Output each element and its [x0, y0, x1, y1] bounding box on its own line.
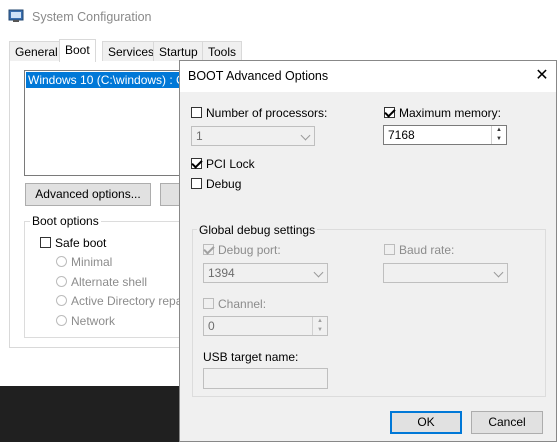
- debug-port-select[interactable]: 1394: [203, 263, 328, 283]
- network-label: Network: [71, 314, 116, 328]
- tab-boot[interactable]: Boot: [59, 39, 96, 62]
- usb-target-name-input[interactable]: [203, 368, 328, 389]
- chevron-down-icon: [493, 267, 504, 278]
- debug-port-checkbox[interactable]: [203, 244, 214, 255]
- maximum-memory-value: 7168: [388, 128, 415, 142]
- boot-entry-selected[interactable]: Windows 10 (C:\windows) : Current OS; De…: [26, 72, 188, 88]
- dialog-title: BOOT Advanced Options: [188, 69, 329, 83]
- chevron-down-icon[interactable]: ▼: [492, 135, 506, 144]
- global-debug-settings-label: Global debug settings: [197, 223, 318, 237]
- debug-port-value: 1394: [208, 266, 235, 280]
- cancel-button[interactable]: Cancel: [471, 411, 543, 434]
- active-directory-repair-radio[interactable]: [56, 295, 67, 306]
- number-of-processors-value: 1: [196, 129, 203, 143]
- chevron-down-icon: [300, 130, 311, 141]
- window-title: System Configuration: [32, 10, 152, 24]
- tab-services[interactable]: Services: [102, 41, 161, 61]
- maximum-memory-input[interactable]: 7168 ▲ ▼: [383, 125, 507, 145]
- channel-spinner[interactable]: ▲ ▼: [312, 317, 327, 335]
- number-of-processors-select[interactable]: 1: [191, 126, 315, 146]
- alternate-shell-label: Alternate shell: [71, 275, 148, 289]
- tab-general[interactable]: General: [9, 41, 64, 61]
- maximum-memory-label: Maximum memory:: [399, 106, 502, 120]
- boot-entries-list[interactable]: Windows 10 (C:\windows) : Current OS; De…: [24, 70, 189, 176]
- debug-label: Debug: [206, 177, 242, 191]
- channel-value: 0: [208, 319, 215, 333]
- pci-lock-label: PCI Lock: [206, 157, 255, 171]
- pci-lock-checkbox[interactable]: [191, 158, 202, 169]
- chevron-down-icon: [313, 267, 324, 278]
- tab-startup[interactable]: Startup: [153, 41, 204, 61]
- baud-rate-label: Baud rate:: [399, 243, 455, 257]
- close-icon[interactable]: ✕: [532, 66, 552, 86]
- channel-label: Channel:: [218, 297, 267, 311]
- boot-advanced-options-dialog: BOOT Advanced Options ✕ Number of proces…: [179, 60, 557, 442]
- boot-options-label: Boot options: [30, 214, 101, 228]
- chevron-up-icon[interactable]: ▲: [313, 317, 327, 326]
- advanced-options-button[interactable]: Advanced options...: [25, 183, 151, 206]
- minimal-label: Minimal: [71, 255, 113, 269]
- safe-boot-checkbox[interactable]: [40, 237, 51, 248]
- ok-button[interactable]: OK: [390, 411, 462, 434]
- chevron-up-icon[interactable]: ▲: [492, 126, 506, 135]
- debug-checkbox[interactable]: [191, 178, 202, 189]
- minimal-radio[interactable]: [56, 256, 67, 267]
- number-of-processors-checkbox[interactable]: [191, 107, 202, 118]
- channel-checkbox[interactable]: [203, 298, 214, 309]
- network-radio[interactable]: [56, 315, 67, 326]
- channel-input[interactable]: 0 ▲ ▼: [203, 316, 328, 336]
- chevron-down-icon[interactable]: ▼: [313, 326, 327, 335]
- maximum-memory-spinner[interactable]: ▲ ▼: [491, 126, 506, 144]
- tab-tools[interactable]: Tools: [202, 41, 243, 61]
- usb-target-name-label: USB target name:: [203, 350, 299, 364]
- system-configuration-icon: [8, 9, 24, 22]
- number-of-processors-label: Number of processors:: [206, 106, 328, 120]
- baud-rate-checkbox[interactable]: [384, 244, 395, 255]
- maximum-memory-checkbox[interactable]: [384, 107, 395, 118]
- active-directory-repair-label: Active Directory repair: [71, 294, 190, 308]
- alternate-shell-radio[interactable]: [56, 276, 67, 287]
- debug-port-label: Debug port:: [218, 243, 281, 257]
- safe-boot-label: Safe boot: [55, 236, 107, 250]
- baud-rate-select[interactable]: [383, 263, 508, 283]
